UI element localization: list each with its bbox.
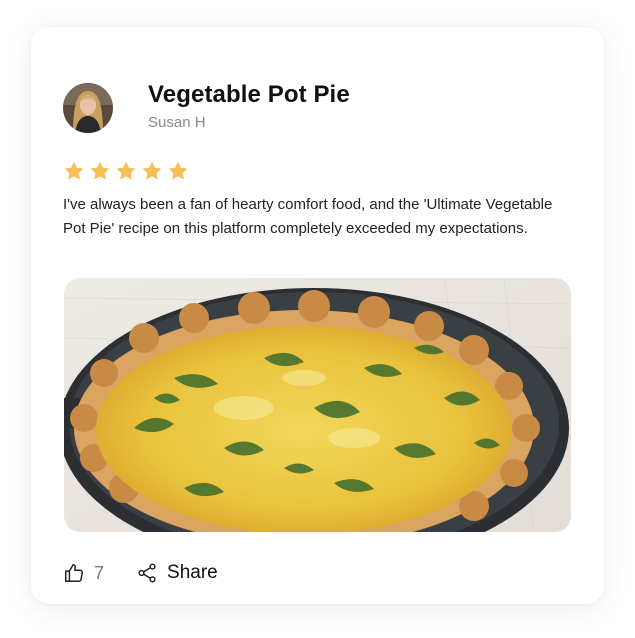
author-name: Susan H (148, 114, 206, 131)
action-bar: 7 Share (63, 558, 218, 588)
share-button[interactable]: Share (136, 562, 218, 584)
star-icon (116, 161, 136, 180)
star-rating (63, 160, 189, 182)
like-count: 7 (94, 562, 105, 583)
thumbs-up-icon (65, 564, 83, 582)
review-photo (64, 278, 571, 532)
share-label: Share (167, 562, 218, 583)
star-icon (142, 161, 162, 180)
star-icon (90, 161, 110, 180)
share-icon (138, 563, 156, 583)
avatar (63, 83, 113, 133)
like-button[interactable]: 7 (63, 562, 104, 584)
review-card: Vegetable Pot Pie Susan H I've always be… (31, 27, 604, 604)
star-icon (168, 161, 188, 180)
review-text: I've always been a fan of hearty comfort… (63, 196, 553, 237)
recipe-title: Vegetable Pot Pie (148, 81, 350, 108)
star-icon (64, 161, 84, 180)
